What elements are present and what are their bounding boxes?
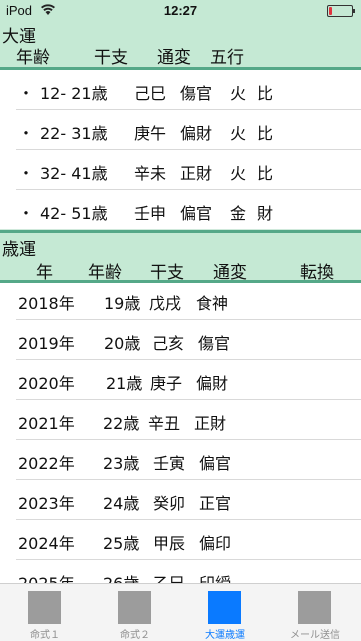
daiun-age: 22- 31歳 — [40, 124, 108, 143]
daiun-gogyo-element: 火 — [230, 84, 247, 103]
daiun-row[interactable]: ・ 22- 31歳 庚午 偏財 火 比 — [0, 110, 361, 150]
saiun-age: 21歳 — [106, 374, 143, 393]
saiun-kanshi: 甲辰 — [153, 534, 186, 553]
saiun-kanshi: 庚子 — [150, 374, 183, 393]
battery-icon — [327, 5, 355, 17]
daiun-header-age: 年齢 — [16, 48, 50, 68]
bullet: ・ — [18, 164, 35, 183]
daiun-tsuhen: 偏財 — [180, 124, 213, 143]
daiun-kanshi: 庚午 — [134, 124, 167, 143]
daiun-row[interactable]: ・ 12- 21歳 己巳 傷官 火 比 — [0, 70, 361, 110]
daiun-row[interactable]: ・ 42- 51歳 壬申 偏官 金 財 — [0, 190, 361, 230]
saiun-kanshi: 己亥 — [152, 334, 185, 353]
saiun-row[interactable]: 2021年 22歳 辛丑 正財 — [0, 400, 361, 440]
tab-label: 命式２ — [120, 630, 150, 641]
daiun-gogyo-element: 火 — [230, 124, 247, 143]
tab-meishiki-1[interactable]: 命式１ — [0, 584, 90, 641]
daiun-header-kanshi: 干支 — [94, 48, 128, 68]
saiun-year: 2020年 — [18, 374, 75, 393]
daiun-age: 32- 41歳 — [40, 164, 108, 183]
tab-daiun-saiun[interactable]: 大運歳運 — [180, 584, 270, 641]
saiun-age: 20歳 — [104, 334, 141, 353]
daiun-row[interactable]: ・ 32- 41歳 辛未 正財 火 比 — [0, 150, 361, 190]
saiun-tsuhen: 食神 — [196, 294, 229, 313]
daiun-kanshi: 己巳 — [134, 84, 167, 103]
saiun-kanshi: 戊戌 — [149, 294, 182, 313]
tab-bar: 命式１ 命式２ 大運歳運 メール送信 — [0, 583, 361, 641]
daiun-gogyo-relation: 比 — [257, 124, 274, 143]
tab-mail-send[interactable]: メール送信 — [270, 584, 360, 641]
daiun-tsuhen: 正財 — [180, 164, 213, 183]
daiun-age: 12- 21歳 — [40, 84, 108, 103]
saiun-tsuhen: 偏印 — [199, 534, 232, 553]
daiun-gogyo-element: 金 — [230, 204, 247, 223]
tab-daiun-saiun-icon — [208, 591, 241, 624]
daiun-age: 42- 51歳 — [40, 204, 108, 223]
saiun-tsuhen: 偏財 — [196, 374, 229, 393]
saiun-tsuhen: 偏官 — [199, 454, 232, 473]
saiun-age: 22歳 — [103, 414, 140, 433]
saiun-tsuhen: 傷官 — [198, 334, 231, 353]
tab-meishiki-2[interactable]: 命式２ — [90, 584, 180, 641]
daiun-header-gogyo: 五行 — [210, 48, 244, 68]
saiun-kanshi: 壬寅 — [153, 454, 186, 473]
saiun-row[interactable]: 2020年 21歳 庚子 偏財 — [0, 360, 361, 400]
saiun-kanshi: 癸卯 — [153, 494, 186, 513]
saiun-tsuhen: 正官 — [199, 494, 232, 513]
daiun-header-tsuhen: 通変 — [157, 48, 191, 68]
saiun-row[interactable]: 2019年 20歳 己亥 傷官 — [0, 320, 361, 360]
tab-label: 命式１ — [30, 630, 60, 641]
saiun-year: 2019年 — [18, 334, 75, 353]
saiun-year: 2024年 — [18, 534, 75, 553]
tab-label: 大運歳運 — [205, 630, 245, 641]
saiun-year: 2022年 — [18, 454, 75, 473]
tab-meishiki-1-icon — [28, 591, 61, 624]
saiun-row[interactable]: 2023年 24歳 癸卯 正官 — [0, 480, 361, 520]
saiun-tsuhen: 正財 — [194, 414, 227, 433]
bullet: ・ — [18, 124, 35, 143]
saiun-kanshi: 辛丑 — [148, 414, 181, 433]
saiun-row[interactable]: 2024年 25歳 甲辰 偏印 — [0, 520, 361, 560]
saiun-age: 24歳 — [103, 494, 140, 513]
saiun-age: 23歳 — [103, 454, 140, 473]
daiun-gogyo-relation: 財 — [257, 204, 274, 223]
saiun-age: 25歳 — [103, 534, 140, 553]
bullet: ・ — [18, 84, 35, 103]
saiun-year: 2018年 — [18, 294, 75, 313]
daiun-gogyo-element: 火 — [230, 164, 247, 183]
tab-meishiki-2-icon — [118, 591, 151, 624]
clock: 12:27 — [163, 3, 198, 18]
saiun-year: 2023年 — [18, 494, 75, 513]
daiun-kanshi: 辛未 — [134, 164, 167, 183]
daiun-header: 大運 年齢 干支 通変 五行 — [0, 20, 361, 68]
saiun-age: 19歳 — [104, 294, 141, 313]
saiun-title: 歳運 — [2, 240, 36, 260]
daiun-tsuhen: 偏官 — [180, 204, 213, 223]
saiun-year: 2021年 — [18, 414, 75, 433]
tab-mail-send-icon — [298, 591, 331, 624]
tab-label: メール送信 — [290, 630, 340, 641]
status-bar: iPod 12:27 — [0, 0, 361, 20]
saiun-header: 歳運 年 年齢 干支 通変 転換 — [0, 233, 361, 283]
saiun-row[interactable]: 2022年 23歳 壬寅 偏官 — [0, 440, 361, 480]
battery-level — [329, 7, 332, 15]
daiun-tsuhen: 傷官 — [180, 84, 213, 103]
daiun-gogyo-relation: 比 — [257, 164, 274, 183]
saiun-row[interactable]: 2018年 19歳 戊戌 食神 — [0, 280, 361, 320]
daiun-kanshi: 壬申 — [134, 204, 167, 223]
daiun-gogyo-relation: 比 — [257, 84, 274, 103]
bullet: ・ — [18, 204, 35, 223]
